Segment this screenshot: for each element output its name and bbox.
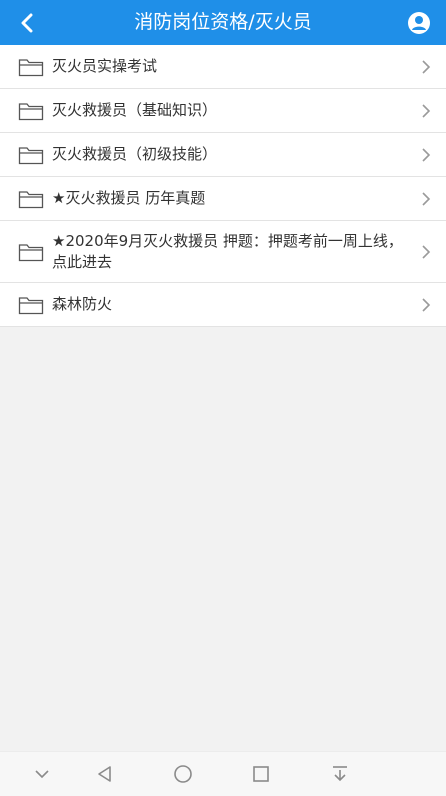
- list-item[interactable]: 灭火救援员（初级技能）: [0, 133, 446, 177]
- chevron-down-icon: [35, 770, 49, 779]
- list-item-label: 灭火员实操考试: [52, 57, 158, 75]
- chevron-right-icon: [422, 147, 431, 162]
- folder-icon: [18, 56, 44, 78]
- list-item-label: ★灭火救援员 历年真题: [52, 189, 206, 207]
- list-item[interactable]: 灭火救援员（基础知识）: [0, 89, 446, 133]
- recents-square-icon: [253, 766, 269, 782]
- category-list: 灭火员实操考试 灭火救援员（基础知识） 灭火救援员（初级技能） ★灭火救援员 历…: [0, 45, 446, 327]
- folder-icon: [18, 294, 44, 316]
- home-circle-icon: [174, 765, 192, 783]
- folder-icon: [18, 188, 44, 210]
- list-item-label: 灭火救援员（基础知识）: [52, 101, 218, 119]
- user-icon: [408, 11, 430, 34]
- nav-back-button[interactable]: [83, 752, 127, 796]
- nav-download-button[interactable]: [318, 752, 362, 796]
- list-item[interactable]: 灭火员实操考试: [0, 45, 446, 89]
- list-item[interactable]: ★灭火救援员 历年真题: [0, 177, 446, 221]
- chevron-right-icon: [422, 191, 431, 206]
- download-icon: [333, 766, 347, 782]
- nav-recents-button[interactable]: [239, 752, 283, 796]
- list-item-label: ★2020年9月灭火救援员 押题：押题考前一周上线，点此进去: [52, 231, 403, 271]
- list-item[interactable]: 森林防火: [0, 283, 446, 327]
- chevron-left-icon: [21, 13, 33, 32]
- nav-collapse-button[interactable]: [20, 752, 64, 796]
- system-nav-bar: [0, 751, 446, 796]
- back-triangle-icon: [98, 766, 111, 782]
- app-header: 消防岗位资格/灭火员: [0, 0, 446, 45]
- folder-icon: [18, 241, 44, 263]
- page-title: 消防岗位资格/灭火员: [134, 11, 312, 33]
- chevron-right-icon: [422, 297, 431, 312]
- chevron-right-icon: [422, 244, 431, 259]
- user-button[interactable]: [392, 0, 446, 45]
- folder-icon: [18, 144, 44, 166]
- chevron-right-icon: [422, 59, 431, 74]
- list-item-label: 灭火救援员（初级技能）: [52, 145, 218, 163]
- list-item[interactable]: ★2020年9月灭火救援员 押题：押题考前一周上线，点此进去: [0, 221, 446, 283]
- folder-icon: [18, 100, 44, 122]
- nav-home-button[interactable]: [161, 752, 205, 796]
- back-button[interactable]: [0, 0, 54, 45]
- chevron-right-icon: [422, 103, 431, 118]
- list-item-label: 森林防火: [52, 295, 113, 313]
